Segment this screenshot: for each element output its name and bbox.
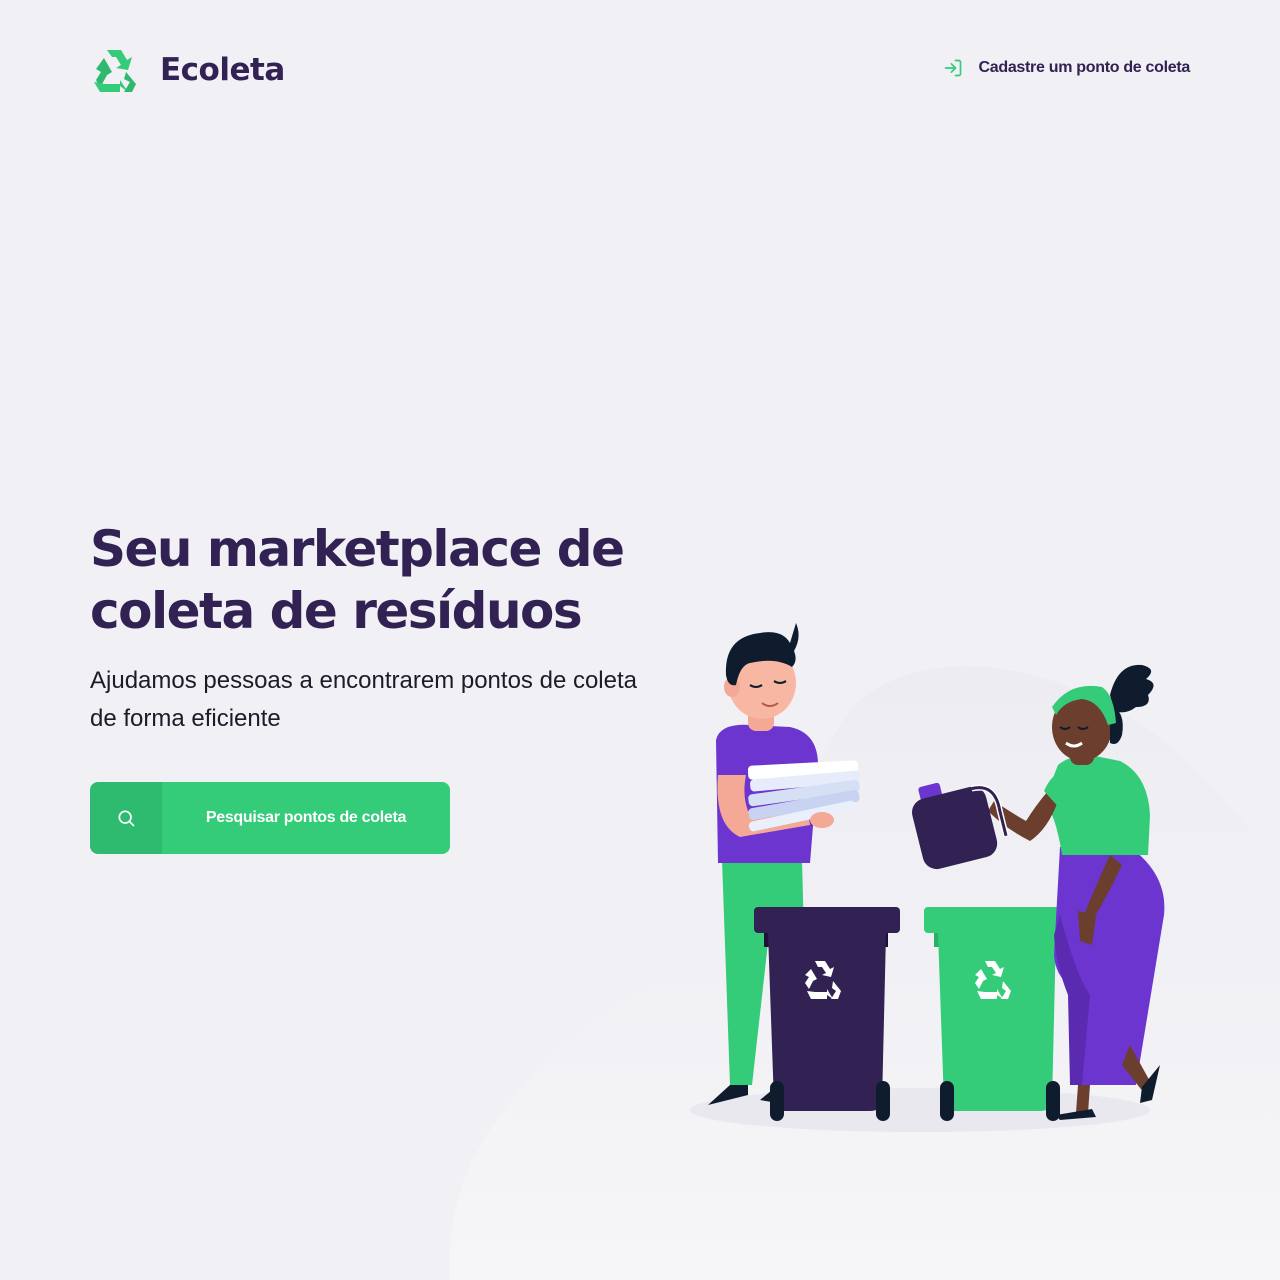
hero-subtitle: Ajudamos pessoas a encontrarem pontos de… <box>90 662 660 738</box>
cta-icon-box <box>90 782 162 854</box>
recycle-icon <box>94 50 136 92</box>
green-recycle-bin <box>924 907 1070 1121</box>
logo-text: Ecoleta <box>160 52 285 88</box>
hero: Seu marketplace de coleta de resíduos Aj… <box>90 518 660 738</box>
logo[interactable]: Ecoleta <box>90 46 285 94</box>
register-point-link[interactable]: Cadastre um ponto de coleta <box>943 58 1191 78</box>
hero-subtitle-line-1: Ajudamos pessoas a encontrarem pontos de… <box>90 667 637 694</box>
bottle <box>911 782 1009 870</box>
hero-title: Seu marketplace de coleta de resíduos <box>90 518 660 642</box>
people-recycling-illustration <box>690 623 1165 1132</box>
header: Ecoleta Cadastre um ponto de coleta <box>90 40 1190 100</box>
search-points-button[interactable]: Pesquisar pontos de coleta <box>90 782 450 854</box>
log-in-icon <box>944 59 961 77</box>
hero-title-line-1: Seu marketplace de <box>90 520 625 578</box>
search-points-label: Pesquisar pontos de coleta <box>205 809 407 826</box>
search-icon <box>118 810 135 827</box>
hero-subtitle-line-2: de forma eficiente <box>90 705 281 732</box>
register-point-label: Cadastre um ponto de coleta <box>978 59 1191 76</box>
hero-title-line-2: coleta de resíduos <box>90 582 583 640</box>
dark-recycle-bin <box>754 907 900 1121</box>
